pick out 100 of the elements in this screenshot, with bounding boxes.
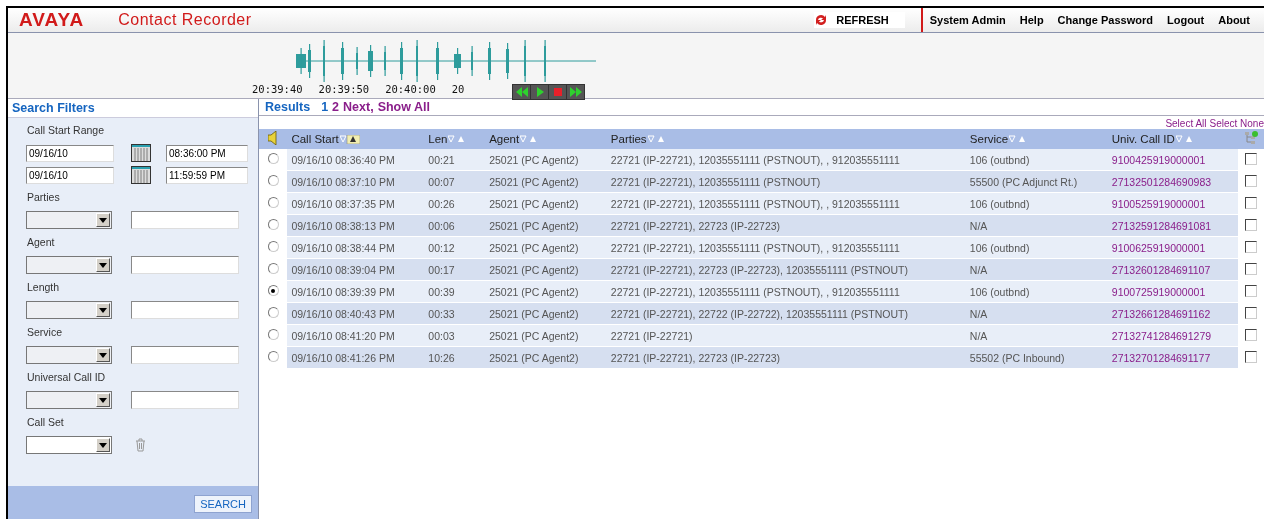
app-title: Contact Recorder [118,11,252,29]
caret-icon [99,442,107,448]
dropdown[interactable] [26,346,112,364]
radio-button[interactable] [267,329,279,340]
sort-icon[interactable] [339,134,360,144]
table-cell: 00:33 [428,307,455,320]
checkbox[interactable] [1244,284,1257,297]
radio-button[interactable] [267,351,279,362]
calendar-icon[interactable] [131,166,151,184]
column-header[interactable]: Service [969,133,1009,145]
select-none-link[interactable]: Select None [1209,118,1264,129]
table-cell: 22721 (IP-22721), 12035551111 (PSTNOUT) [610,175,821,188]
checkbox[interactable] [1244,152,1257,165]
rewind-button[interactable] [513,85,530,99]
table-cell: N/A [969,307,988,320]
input-field[interactable] [131,346,239,364]
date-field[interactable]: 09/16/10 [26,144,114,162]
input-field[interactable] [131,211,239,229]
table-cell: 25021 (PC Agent2) [489,263,579,276]
table-cell: 25021 (PC Agent2) [489,285,579,298]
table-cell: 09/16/10 08:38:44 PM [291,241,395,254]
checkbox[interactable] [1244,240,1257,253]
fast-forward-button[interactable] [567,85,584,99]
table-cell: 106 (outbnd) [969,285,1030,298]
input-field[interactable] [131,256,239,274]
pagination-link[interactable]: 2 [332,100,340,114]
table-cell: 09/16/10 08:40:43 PM [291,307,395,320]
input-field[interactable] [131,301,239,319]
radio-button[interactable] [267,241,279,252]
checkbox[interactable] [1244,350,1257,363]
select-all-link[interactable]: Select All [1165,118,1207,129]
table-cell: 00:07 [428,175,455,188]
field-label: Call Start Range [27,124,106,136]
dropdown[interactable] [26,211,112,229]
pagination-link[interactable]: Next, [343,100,374,114]
table-cell: 22721 (IP-22721) [610,329,693,342]
menu-link[interactable]: System Admin [929,14,1006,26]
table-cell: N/A [969,263,988,276]
table-cell: 22721 (IP-22721), 12035551111 (PSTNOUT), , 912035551111 [610,197,900,210]
column-header[interactable]: Agent [489,133,520,145]
pagination-link[interactable]: Show All [377,100,430,114]
play-button[interactable] [531,85,548,99]
table-cell: 00:12 [428,241,455,254]
table-cell: N/A [969,329,988,342]
table-cell: 22721 (IP-22721), 22723 (IP-22723) [610,351,781,364]
table-cell: 09/16/10 08:38:13 PM [291,219,395,232]
caret-icon [99,262,107,268]
stop-icon [551,87,564,97]
checkbox[interactable] [1244,196,1257,209]
search-button[interactable]: SEARCH [194,495,252,513]
field-label: Length [27,281,61,293]
checkbox[interactable] [1244,174,1257,187]
refresh-button[interactable]: REFRESH [814,12,905,28]
checkbox[interactable] [1244,328,1257,341]
time-label: 20:39:50 [318,83,370,95]
menu-link[interactable]: Logout [1166,14,1205,26]
radio-button[interactable] [267,219,279,230]
table-cell: 09/16/10 08:41:20 PM [291,329,395,342]
time-field[interactable]: 08:36:00 PM [166,144,248,162]
checkbox[interactable] [1244,262,1257,275]
checkbox[interactable] [1244,306,1257,319]
radio-button[interactable] [267,307,279,318]
table-cell: 55502 (PC Inbound) [969,351,1065,364]
table-cell: 22721 (IP-22721), 12035551111 (PSTNOUT), , 912035551111 [610,285,900,298]
table-cell: 00:06 [428,219,455,232]
caret-icon [99,307,107,313]
input-field[interactable] [131,391,239,409]
dropdown[interactable] [26,256,112,274]
radio-button[interactable] [267,263,279,274]
table-cell: 00:17 [428,263,455,276]
dropdown[interactable] [26,301,112,319]
table-cell: 00:03 [428,329,455,342]
dropdown[interactable] [26,436,112,454]
menu-link[interactable]: Help [1019,14,1044,26]
table-cell: N/A [969,219,988,232]
radio-button[interactable] [267,285,279,296]
calendar-icon[interactable] [131,144,151,162]
time-field[interactable]: 11:59:59 PM [166,166,248,184]
table-cell: 25021 (PC Agent2) [489,175,579,188]
column-header[interactable]: Len [428,133,448,145]
checkbox[interactable] [1244,218,1257,231]
radio-button[interactable] [267,153,279,164]
table-cell: 00:39 [428,285,455,298]
radio-button[interactable] [267,197,279,208]
menu-link[interactable]: About [1218,14,1250,26]
table-cell: 25021 (PC Agent2) [489,329,579,342]
table-cell: 25021 (PC Agent2) [489,241,579,254]
table-cell: 55500 (PC Adjunct Rt.) [969,175,1078,188]
table-cell: 25021 (PC Agent2) [489,307,579,320]
column-header[interactable]: Parties [610,133,647,145]
table-cell: 09/16/10 08:41:26 PM [291,351,395,364]
time-label: 20:39:40 [252,83,303,95]
date-field[interactable]: 09/16/10 [26,166,114,184]
menu-link[interactable]: Change Password [1057,14,1153,26]
radio-button[interactable] [267,175,279,186]
trash-icon[interactable] [135,438,146,452]
table-cell: 22721 (IP-22721), 12035551111 (PSTNOUT), , 912035551111 [610,153,900,166]
pagination-link[interactable]: 1 [321,100,329,114]
dropdown[interactable] [26,391,112,409]
caret-icon [99,397,107,403]
